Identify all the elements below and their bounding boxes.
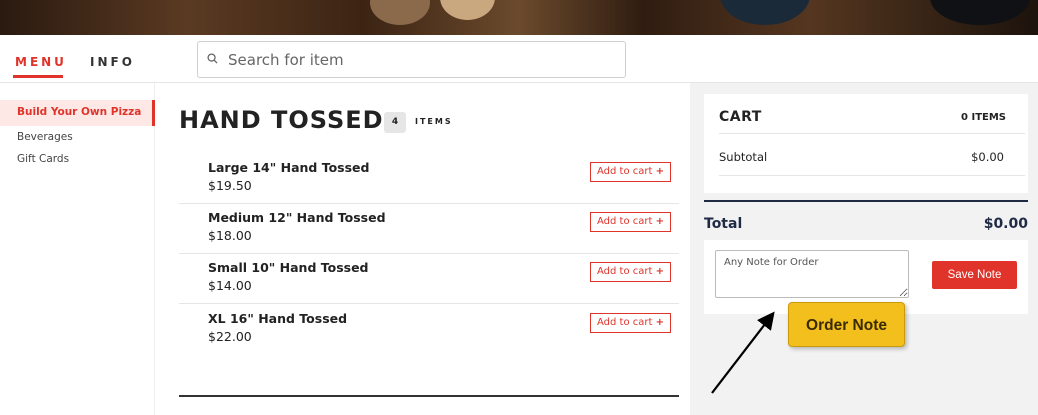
item-price: $14.00 (208, 278, 252, 293)
menu-item-row: Medium 12" Hand Tossed $18.00 Add to car… (179, 204, 679, 254)
hero-decor (930, 0, 1030, 25)
cart-title: CART (719, 109, 762, 125)
subtotal-label: Subtotal (719, 150, 768, 164)
hero-banner-image (0, 0, 1038, 35)
search-box[interactable] (197, 41, 626, 78)
subtotal-value: $0.00 (971, 150, 1004, 164)
item-name: XL 16" Hand Tossed (208, 311, 348, 326)
item-price: $22.00 (208, 329, 252, 344)
order-note-callout: Order Note (788, 302, 905, 347)
order-note-input[interactable] (715, 250, 909, 298)
cart-item-count: 0 ITEMS (961, 112, 1006, 123)
hero-decor (370, 0, 430, 25)
add-to-cart-button[interactable]: Add to cart + (590, 212, 671, 232)
divider (719, 133, 1025, 134)
section-title: HAND TOSSED (179, 106, 384, 134)
item-price: $18.00 (208, 228, 252, 243)
plus-icon: + (655, 317, 664, 328)
cart-summary: CART 0 ITEMS Subtotal $0.00 (704, 94, 1028, 193)
save-note-button[interactable]: Save Note (932, 261, 1017, 289)
sidebar-item-gift-cards[interactable]: Gift Cards (0, 153, 155, 165)
search-input[interactable] (228, 46, 618, 74)
tab-menu[interactable]: MENU (15, 55, 67, 69)
add-to-cart-label: Add to cart (597, 166, 653, 177)
add-to-cart-button[interactable]: Add to cart + (590, 313, 671, 333)
menu-item-row: Small 10" Hand Tossed $14.00 Add to cart… (179, 254, 679, 304)
active-tab-indicator (13, 75, 63, 78)
item-name: Medium 12" Hand Tossed (208, 210, 386, 225)
hero-decor (440, 0, 495, 20)
total-label: Total (704, 216, 743, 232)
plus-icon: + (655, 216, 664, 227)
top-nav-bar: MENU INFO (0, 35, 1038, 83)
add-to-cart-button[interactable]: Add to cart + (590, 262, 671, 282)
add-to-cart-label: Add to cart (597, 216, 653, 227)
section-divider (179, 395, 679, 397)
add-to-cart-button[interactable]: Add to cart + (590, 162, 671, 182)
category-sidebar: Build Your Own Pizza Beverages Gift Card… (0, 83, 155, 415)
sidebar-item-beverages[interactable]: Beverages (0, 131, 155, 143)
annotation-arrow (711, 311, 775, 394)
sidebar-item-build-your-own-pizza[interactable]: Build Your Own Pizza (0, 100, 155, 126)
menu-item-row: XL 16" Hand Tossed $22.00 Add to cart + (179, 305, 679, 355)
add-to-cart-label: Add to cart (597, 317, 653, 328)
hero-decor (720, 0, 810, 25)
search-icon (207, 53, 218, 64)
add-to-cart-label: Add to cart (597, 266, 653, 277)
item-count-label: ITEMS (415, 117, 453, 126)
plus-icon: + (655, 266, 664, 277)
tab-info[interactable]: INFO (90, 55, 135, 69)
item-price: $19.50 (208, 178, 252, 193)
item-name: Small 10" Hand Tossed (208, 260, 369, 275)
item-name: Large 14" Hand Tossed (208, 160, 370, 175)
divider (719, 175, 1025, 176)
menu-item-row: Large 14" Hand Tossed $19.50 Add to cart… (179, 154, 679, 204)
total-value: $0.00 (983, 216, 1028, 232)
menu-section: HAND TOSSED 4 ITEMS Large 14" Hand Tosse… (155, 83, 690, 415)
total-divider (704, 200, 1028, 202)
plus-icon: + (655, 166, 664, 177)
item-count-badge: 4 (384, 112, 406, 133)
